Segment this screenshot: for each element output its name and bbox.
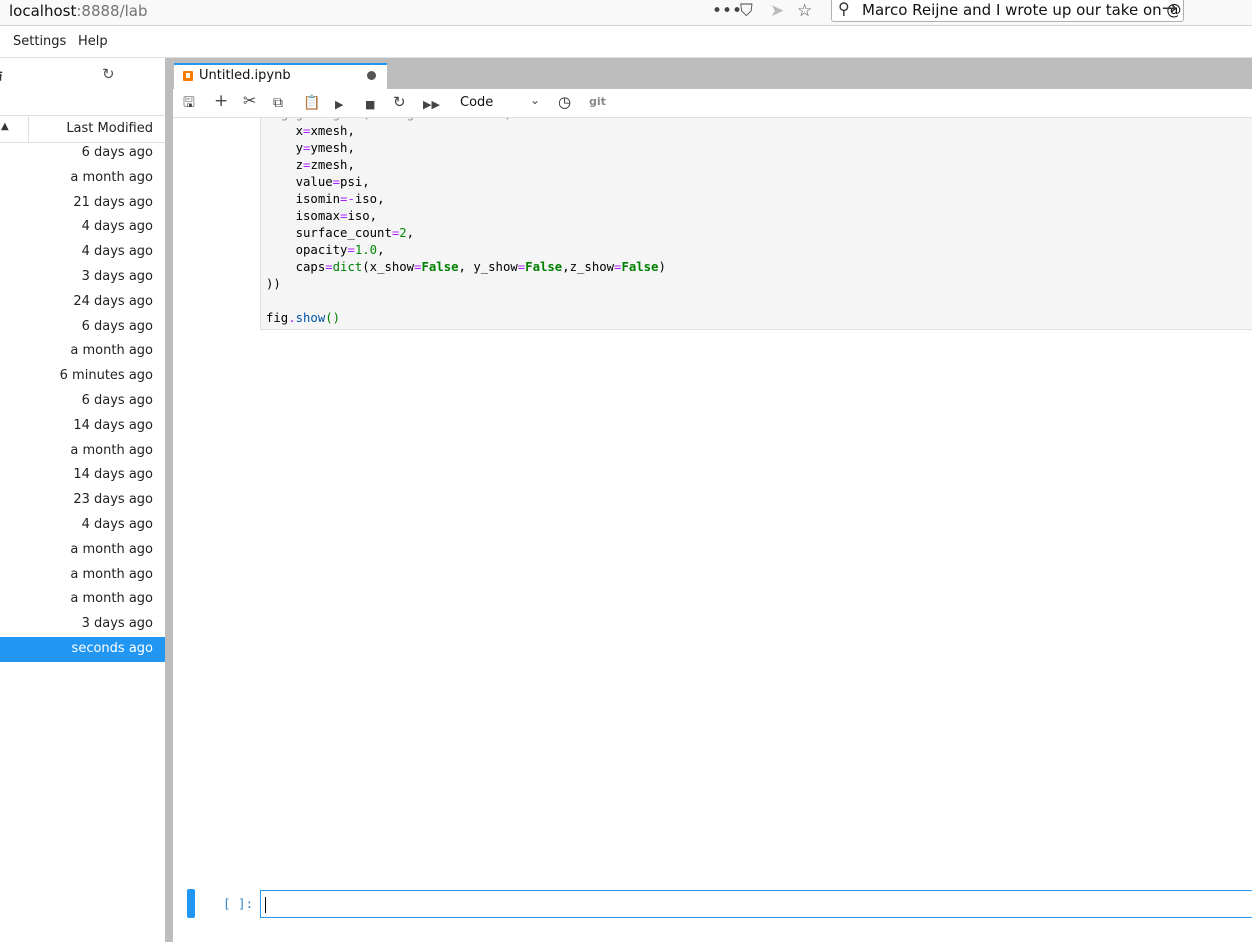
file-list-header: ▲ Last Modified [0,115,165,143]
stop-icon[interactable]: ■ [365,96,375,114]
file-row[interactable]: 14 days ago [0,414,165,439]
tab-label: Untitled.ipynb [199,68,291,83]
url-host: localhost [9,2,77,20]
file-row[interactable]: 24 days ago [0,290,165,315]
git-button[interactable]: git [589,95,606,108]
file-row[interactable]: 4 days ago [0,240,165,265]
browser-toolbar: localhost:8888/lab ••• ⛉ ➤ ☆ ⚲ Marco Rei… [0,0,1252,26]
file-row[interactable]: 21 days ago [0,191,165,216]
file-browser: ⭱ ↻ ▲ Last Modified 6 days ago a month ag… [0,58,165,942]
unsaved-indicator-icon[interactable] [367,71,376,80]
file-row[interactable]: a month ago [0,563,165,588]
upload-icon[interactable]: ⭱ [0,66,3,90]
cut-icon[interactable]: ✂ [243,92,256,110]
file-row[interactable]: 23 days ago [0,488,165,513]
cell-type-select[interactable]: Code [460,95,493,110]
restart-kernel-icon[interactable]: ↻ [393,93,406,111]
code-cell-input[interactable]: fig.go.Figure(data=go.Isosurface( x=xmes… [260,118,1252,330]
url-path: :8888/lab [76,2,148,20]
search-text: Marco Reijne and I wrote up our take on … [862,1,1182,19]
clock-icon[interactable]: ◷ [558,93,571,111]
refresh-icon[interactable]: ↻ [102,65,115,83]
url-bar[interactable]: localhost:8888/lab [9,2,148,20]
notebook-toolbar: 🖫 + ✂ ⧉ 📋 ▶ ■ ↻ ▶▶ Code ⌄ ◷ git [173,89,1252,118]
column-separator[interactable] [28,116,29,142]
search-go-arrow-icon[interactable]: → [1162,0,1177,19]
file-row[interactable]: 14 days ago [0,463,165,488]
empty-cell-input[interactable] [260,890,1252,918]
search-icon: ⚲ [838,0,850,18]
file-row[interactable]: 6 days ago [0,315,165,340]
file-row[interactable]: a month ago [0,538,165,563]
copy-icon[interactable]: ⧉ [273,94,283,112]
notebook-panel[interactable]: fig.go.Figure(data=go.Isosurface( x=xmes… [173,118,1252,942]
chevron-down-icon[interactable]: ⌄ [530,93,540,107]
panel-splitter[interactable] [165,58,173,942]
text-cursor [265,897,266,913]
send-tab-icon[interactable]: ➤ [770,1,784,21]
file-row[interactable]: a month ago [0,166,165,191]
search-input[interactable]: ⚲ Marco Reijne and I wrote up our take o… [831,0,1184,22]
file-list: 6 days ago a month ago 21 days ago 4 days a… [0,141,165,662]
sort-ascending-icon[interactable]: ▲ [1,121,9,132]
file-row[interactable]: 6 days ago [0,141,165,166]
notebook-icon [183,71,193,81]
bookmark-star-icon[interactable]: ☆ [797,1,812,21]
insert-cell-icon[interactable]: + [214,92,228,110]
menu-bar: Settings Help [0,26,1252,58]
file-row[interactable]: 6 days ago [0,389,165,414]
paste-icon[interactable]: 📋 [303,94,320,112]
tab-bar: Untitled.ipynb [173,58,1252,89]
menu-help[interactable]: Help [78,34,108,49]
file-row[interactable]: 4 days ago [0,513,165,538]
pocket-icon[interactable]: ⛉ [740,1,753,21]
file-row[interactable]: 3 days ago [0,612,165,637]
file-row[interactable]: 3 days ago [0,265,165,290]
column-last-modified[interactable]: Last Modified [66,121,153,136]
cell-prompt: [ ]: [223,896,254,911]
tab-untitled-notebook[interactable]: Untitled.ipynb [174,63,387,89]
file-row[interactable]: 6 minutes ago [0,364,165,389]
restart-run-all-icon[interactable]: ▶▶ [423,96,440,114]
file-row[interactable]: 4 days ago [0,215,165,240]
file-row[interactable]: a month ago [0,439,165,464]
file-row[interactable]: a month ago [0,587,165,612]
file-row[interactable]: a month ago [0,339,165,364]
page-actions-icon[interactable]: ••• [712,1,742,21]
save-icon[interactable]: 🖫 [183,94,195,112]
active-cell-indicator [187,889,195,918]
code-source[interactable]: fig.go.Figure(data=go.Isosurface( x=xmes… [266,118,666,327]
menu-settings[interactable]: Settings [13,34,66,49]
file-row[interactable]: seconds ago [0,636,165,662]
run-icon[interactable]: ▶ [335,96,343,114]
